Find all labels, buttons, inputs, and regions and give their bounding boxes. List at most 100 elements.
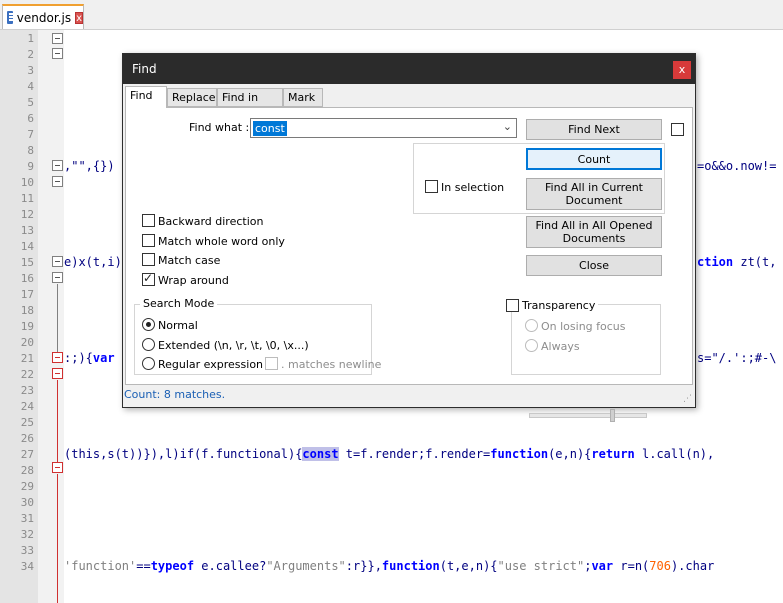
always-radio[interactable] (525, 339, 538, 352)
line-number: 5 (27, 96, 34, 109)
line-number: 7 (27, 128, 34, 141)
fold-marker-icon[interactable] (52, 176, 63, 187)
fold-marker-icon[interactable] (52, 368, 63, 379)
code-line-34: 'function'==typeof e.callee?"Arguments":… (64, 559, 715, 573)
line-number: 8 (27, 144, 34, 157)
transparency-label: Transparency (519, 299, 599, 312)
wrap-around-checkbox[interactable] (142, 271, 155, 286)
line-number: 4 (27, 80, 34, 93)
find-what-label: Find what : (189, 121, 250, 134)
find-next-button[interactable]: Find Next (526, 119, 662, 140)
backward-direction-checkbox[interactable] (142, 214, 155, 227)
fold-marker-icon[interactable] (52, 48, 63, 59)
line-number: 2 (27, 48, 34, 61)
tab-replace[interactable]: Replace (167, 88, 217, 107)
find-all-opened-button[interactable]: Find All in All Opened Documents (526, 216, 662, 248)
in-selection-checkbox[interactable] (425, 180, 438, 193)
editor-tabbar: vendor.js x (0, 0, 783, 30)
code-line-21: :;){var (64, 351, 115, 365)
line-number: 34 (20, 560, 34, 573)
regex-radio[interactable] (142, 357, 155, 370)
fold-marker-icon[interactable] (52, 272, 63, 283)
search-match-highlight: const (302, 447, 339, 461)
dialog-titlebar[interactable]: Find x (123, 54, 695, 84)
tab-find[interactable]: Find (125, 86, 167, 108)
in-selection-label: In selection (441, 181, 505, 194)
fold-line (57, 380, 58, 462)
line-number: 13 (20, 224, 34, 237)
line-number: 32 (20, 528, 34, 541)
line-number: 19 (20, 320, 34, 333)
normal-radio[interactable] (142, 318, 155, 331)
fold-margin (38, 30, 64, 603)
line-number: 20 (20, 336, 34, 349)
fold-marker-icon[interactable] (52, 462, 63, 473)
fold-marker-icon[interactable] (52, 256, 63, 267)
backward-direction-label: Backward direction (158, 215, 264, 228)
line-number: 12 (20, 208, 34, 221)
fold-line (57, 474, 58, 603)
line-number: 15 (20, 256, 34, 269)
code-line-15-right: ction zt(t, (697, 255, 777, 269)
code-line-9: ,"",{}) (64, 159, 115, 173)
find-panel: Find what : const ⌄ Find Next In selecti… (125, 107, 693, 422)
close-button[interactable]: Close (526, 255, 662, 276)
always-label: Always (541, 340, 580, 353)
code-line-15: e)x(t,i) (64, 255, 122, 269)
line-number: 27 (20, 448, 34, 461)
on-losing-focus-radio[interactable] (525, 319, 538, 332)
line-number: 30 (20, 496, 34, 509)
line-number: 3 (27, 64, 34, 77)
code-line-21-right: s="/.':;#-\ (697, 351, 777, 365)
close-tab-icon[interactable]: x (75, 11, 83, 24)
file-icon (7, 11, 17, 24)
wrap-around-label: Wrap around (158, 274, 229, 287)
dialog-close-button[interactable]: x (673, 61, 691, 79)
match-case-checkbox[interactable] (142, 253, 155, 266)
find-dialog: Find x Find Replace Find in Files Mark F… (122, 53, 696, 422)
on-losing-focus-label: On losing focus (541, 320, 626, 333)
line-number: 6 (27, 112, 34, 125)
resize-grip-icon[interactable]: ⋰ (683, 394, 692, 404)
fold-marker-icon[interactable] (52, 160, 63, 171)
fold-marker-icon[interactable] (52, 352, 63, 363)
file-tab-vendor-js[interactable]: vendor.js x (2, 4, 84, 29)
transparency-checkbox[interactable] (506, 299, 519, 312)
transparency-slider-thumb[interactable] (610, 409, 615, 422)
find-next-option-checkbox[interactable] (671, 123, 684, 136)
chevron-down-icon[interactable]: ⌄ (503, 120, 512, 133)
line-number: 11 (20, 192, 34, 205)
line-number: 23 (20, 384, 34, 397)
search-mode-title: Search Mode (140, 297, 218, 310)
find-what-value: const (253, 121, 287, 136)
line-number: 1 (27, 32, 34, 45)
extended-radio[interactable] (142, 338, 155, 351)
dialog-tabs: Find Replace Find in Files Mark (125, 86, 693, 121)
fold-marker-icon[interactable] (52, 33, 63, 44)
line-number: 28 (20, 464, 34, 477)
line-number: 31 (20, 512, 34, 525)
line-number: 26 (20, 432, 34, 445)
line-number: 9 (27, 160, 34, 173)
transparency-slider[interactable] (529, 409, 647, 422)
dialog-title: Find (132, 62, 157, 76)
line-number: 10 (20, 176, 34, 189)
match-whole-word-checkbox[interactable] (142, 234, 155, 247)
line-number: 22 (20, 368, 34, 381)
find-what-input[interactable]: const ⌄ (250, 118, 517, 138)
matches-newline-checkbox[interactable] (265, 357, 278, 370)
code-line-27: (this,s(t))}),l)if(f.functional){const t… (64, 447, 715, 461)
file-tab-label: vendor.js (16, 10, 72, 25)
fold-line (57, 284, 58, 352)
find-all-current-button[interactable]: Find All in Current Document (526, 178, 662, 210)
tab-find-in-files[interactable]: Find in Files (217, 88, 283, 121)
line-number: 16 (20, 272, 34, 285)
line-number: 18 (20, 304, 34, 317)
match-case-label: Match case (158, 254, 221, 267)
count-button[interactable]: Count (526, 148, 662, 170)
line-number: 21 (20, 352, 34, 365)
tab-mark[interactable]: Mark (283, 88, 323, 107)
matches-newline-label: . matches newline (281, 358, 382, 371)
line-number: 25 (20, 416, 34, 429)
status-text: Count: 8 matches. (124, 388, 226, 401)
